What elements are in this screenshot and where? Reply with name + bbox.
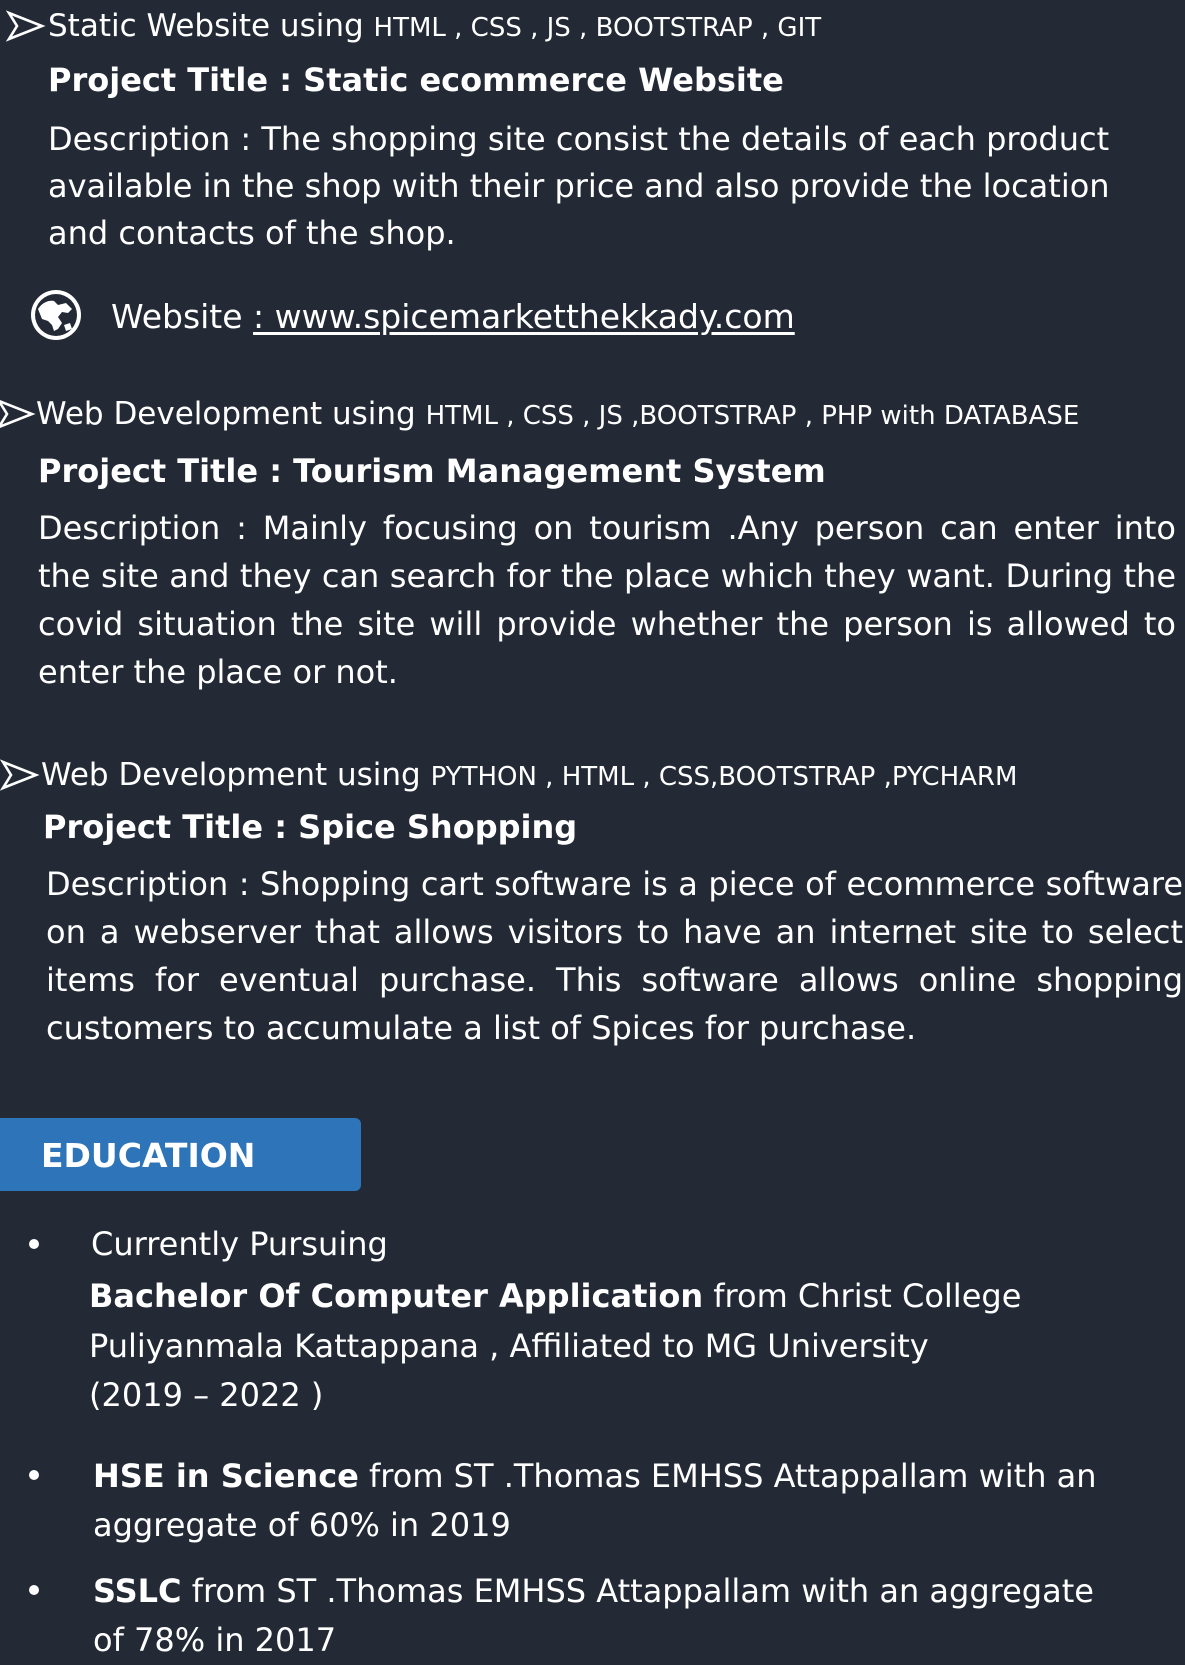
arrow-bullet-icon [0,398,36,430]
project-title: Project Title : Static ecommerce Website [48,61,784,99]
project-heading: Static Website using HTML , CSS , JS , B… [48,8,821,46]
education-heading: EDUCATION [41,1136,256,1175]
education-degree: Bachelor Of Computer Application [89,1277,704,1315]
education-item-lead: Currently Pursuing [91,1225,388,1263]
project-title: Project Title : Spice Shopping [43,808,578,846]
project-description: Description : Mainly focusing on tourism… [38,509,1176,691]
education-item: Bachelor Of Computer Application from Ch… [89,1271,1021,1321]
education-institution: from ST .Thomas EMHSS Attappallam with a… [358,1457,1097,1495]
project-heading-main: Web Development using [36,396,426,432]
education-degree: HSE in Science [93,1457,359,1495]
description-line: and contacts of the shop. [48,214,456,252]
education-institution: from ST .Thomas EMHSS Attappallam with a… [181,1572,1094,1610]
education-item-line: Puliyanmala Kattappana , Affiliated to M… [89,1327,929,1365]
project-title: Project Title : Tourism Management Syste… [38,452,826,490]
education-item-line: (2019 – 2022 ) [89,1376,324,1414]
arrow-bullet-icon [6,10,46,42]
project-description: Description : Shopping cart software is … [46,865,1183,1047]
project-heading-tech: PYTHON , HTML , CSS,BOOTSTRAP ,PYCHARM [430,762,1018,792]
project-heading-main: Web Development using [41,757,431,793]
website-label: Website [111,297,254,336]
project-heading-tech: HTML , CSS , JS , BOOTSTRAP , GIT [373,13,822,43]
globe-icon [28,287,84,343]
project-heading-tech: HTML , CSS , JS ,BOOTSTRAP , PHP with DA… [425,401,1080,431]
bullet-icon [29,1470,39,1480]
education-institution: from Christ College [703,1277,1022,1315]
project-heading: Web Development using HTML , CSS , JS ,B… [36,396,1079,434]
education-item: SSLC from ST .Thomas EMHSS Attappallam w… [93,1566,1094,1616]
project-heading-main: Static Website using [48,8,374,44]
education-item-line: aggregate of 60% in 2019 [93,1506,511,1544]
bullet-icon [29,1585,39,1595]
project-heading: Web Development using PYTHON , HTML , CS… [41,757,1017,795]
description-line: Description : The shopping site consist … [48,120,1110,158]
website-link[interactable]: : www.spicemarketthekkady.com [253,297,795,336]
bullet-icon [29,1239,39,1249]
education-degree: SSLC [93,1572,182,1610]
arrow-bullet-icon [0,759,40,791]
website-row: Website : www.spicemarketthekkady.com [111,297,795,337]
description-line: available in the shop with their price a… [48,167,1110,205]
education-item-line: of 78% in 2017 [93,1621,337,1659]
education-item: HSE in Science from ST .Thomas EMHSS Att… [93,1451,1097,1501]
